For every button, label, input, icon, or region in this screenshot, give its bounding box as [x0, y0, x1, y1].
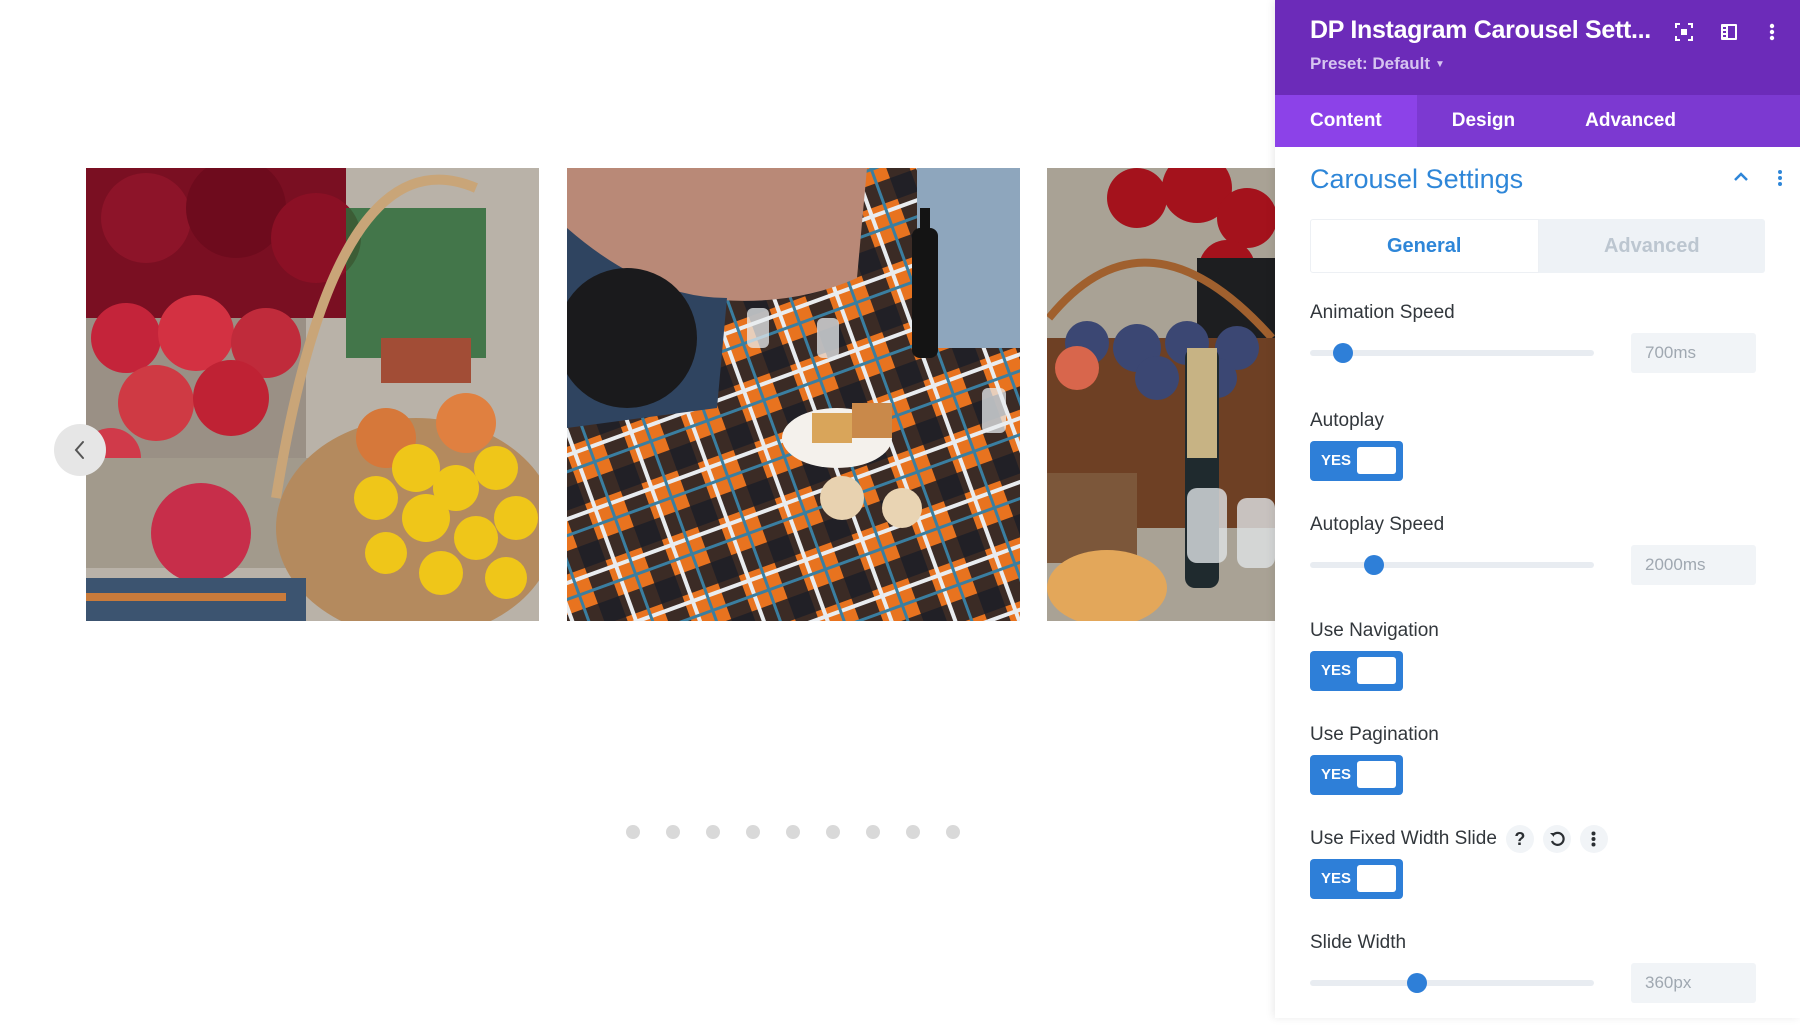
pagination-dot-7[interactable]	[866, 825, 880, 839]
focus-icon	[1675, 23, 1693, 41]
field-label: Animation Speed	[1310, 302, 1455, 323]
panel-title: DP Instagram Carousel Sett...	[1310, 16, 1651, 44]
carousel-slide-1[interactable]	[86, 168, 539, 621]
slide-image	[1047, 168, 1275, 621]
field-label: Slide Width	[1310, 932, 1407, 953]
slide-image	[86, 168, 539, 621]
slider-handle[interactable]	[1333, 343, 1353, 363]
animation-speed-input[interactable]	[1631, 333, 1756, 373]
pagination-dot-6[interactable]	[826, 825, 840, 839]
field-label: Autoplay	[1310, 410, 1384, 431]
pagination-dot-4[interactable]	[746, 825, 760, 839]
pagination-dot-3[interactable]	[706, 825, 720, 839]
field-label: Use Fixed Width Slide	[1310, 828, 1497, 849]
page-canvas	[0, 0, 1275, 1018]
toggle-knob	[1357, 865, 1396, 892]
toggle-state: YES	[1321, 870, 1352, 887]
autoplay-speed-slider[interactable]	[1310, 562, 1594, 568]
slider-handle[interactable]	[1407, 973, 1427, 993]
tab-design[interactable]: Design	[1417, 95, 1550, 147]
toggle-state: YES	[1321, 452, 1352, 469]
carousel-prev-button[interactable]	[54, 424, 106, 476]
reset-icon	[1549, 831, 1565, 846]
pagination-dot-9[interactable]	[946, 825, 960, 839]
carousel-slide-3[interactable]	[1047, 168, 1275, 621]
pagination-dot-5[interactable]	[786, 825, 800, 839]
field-animation-speed: Animation Speed	[1310, 299, 1765, 407]
pagination-dot-2[interactable]	[666, 825, 680, 839]
field-use-navigation: Use Navigation YES	[1310, 617, 1765, 721]
toggle-group-header[interactable]: Carousel Settings	[1310, 147, 1782, 219]
autoplay-speed-input[interactable]	[1631, 545, 1756, 585]
toggle-knob	[1357, 447, 1396, 474]
subtab-advanced[interactable]: Advanced	[1538, 219, 1765, 273]
caret-down-icon: ▼	[1434, 59, 1445, 70]
field-label: Use Pagination	[1310, 724, 1439, 745]
preset-dropdown[interactable]: Preset: Default ▼	[1310, 54, 1445, 74]
group-subtabs: General Advanced	[1310, 219, 1765, 273]
slide-width-slider[interactable]	[1310, 980, 1594, 986]
field-label: Autoplay Speed	[1310, 514, 1445, 535]
slide-width-input[interactable]	[1631, 963, 1756, 1003]
chevron-up-icon[interactable]	[1733, 171, 1749, 183]
group-title: Carousel Settings	[1310, 164, 1524, 194]
more-vertical-icon	[1591, 831, 1596, 847]
field-label: Use Navigation	[1310, 620, 1439, 641]
field-use-pagination: Use Pagination YES	[1310, 721, 1765, 825]
chevron-left-icon	[74, 441, 84, 459]
field-autoplay: Autoplay YES	[1310, 407, 1765, 511]
slide-image	[567, 168, 1020, 621]
field-autoplay-speed: Autoplay Speed	[1310, 511, 1765, 617]
use-navigation-toggle[interactable]: YES	[1310, 651, 1403, 691]
split-view-button[interactable]	[1717, 20, 1741, 44]
toggle-knob	[1357, 761, 1396, 788]
module-settings-panel: DP Instagram Carousel Sett... Preset: De…	[1275, 0, 1800, 1018]
preset-label: Preset: Default	[1310, 54, 1430, 73]
field-slide-width: Slide Width	[1310, 929, 1765, 1029]
toggle-state: YES	[1321, 766, 1352, 783]
toggle-state: YES	[1321, 662, 1352, 679]
tab-content[interactable]: Content	[1275, 95, 1417, 147]
panel-body: Carousel Settings General Advanced Anima…	[1275, 147, 1800, 1029]
carousel-slide-2[interactable]	[567, 168, 1020, 621]
pagination-dot-8[interactable]	[906, 825, 920, 839]
reset-button[interactable]	[1542, 825, 1571, 853]
field-label-row: Use Fixed Width Slide ?	[1310, 825, 1765, 853]
more-vertical-icon[interactable]	[1777, 169, 1783, 187]
use-pagination-toggle[interactable]: YES	[1310, 755, 1403, 795]
pagination-dot-1[interactable]	[626, 825, 640, 839]
toggle-knob	[1357, 657, 1396, 684]
field-use-fixed-width-slide: Use Fixed Width Slide ? YES	[1310, 825, 1765, 929]
help-icon: ?	[1514, 829, 1526, 849]
slider-handle[interactable]	[1364, 555, 1384, 575]
focus-button[interactable]	[1672, 20, 1696, 44]
help-button[interactable]: ?	[1505, 825, 1534, 853]
panel-header: DP Instagram Carousel Sett... Preset: De…	[1275, 0, 1800, 95]
subtab-general[interactable]: General	[1310, 219, 1539, 273]
field-more-button[interactable]	[1579, 825, 1608, 853]
header-more-button[interactable]	[1760, 20, 1784, 44]
panel-tabs: Content Design Advanced	[1275, 95, 1800, 147]
split-view-icon	[1721, 24, 1737, 40]
tab-advanced[interactable]: Advanced	[1550, 95, 1711, 147]
use-fixed-width-slide-toggle[interactable]: YES	[1310, 859, 1403, 899]
more-vertical-icon	[1769, 23, 1775, 41]
carousel-pagination	[626, 825, 960, 839]
autoplay-toggle[interactable]: YES	[1310, 441, 1403, 481]
